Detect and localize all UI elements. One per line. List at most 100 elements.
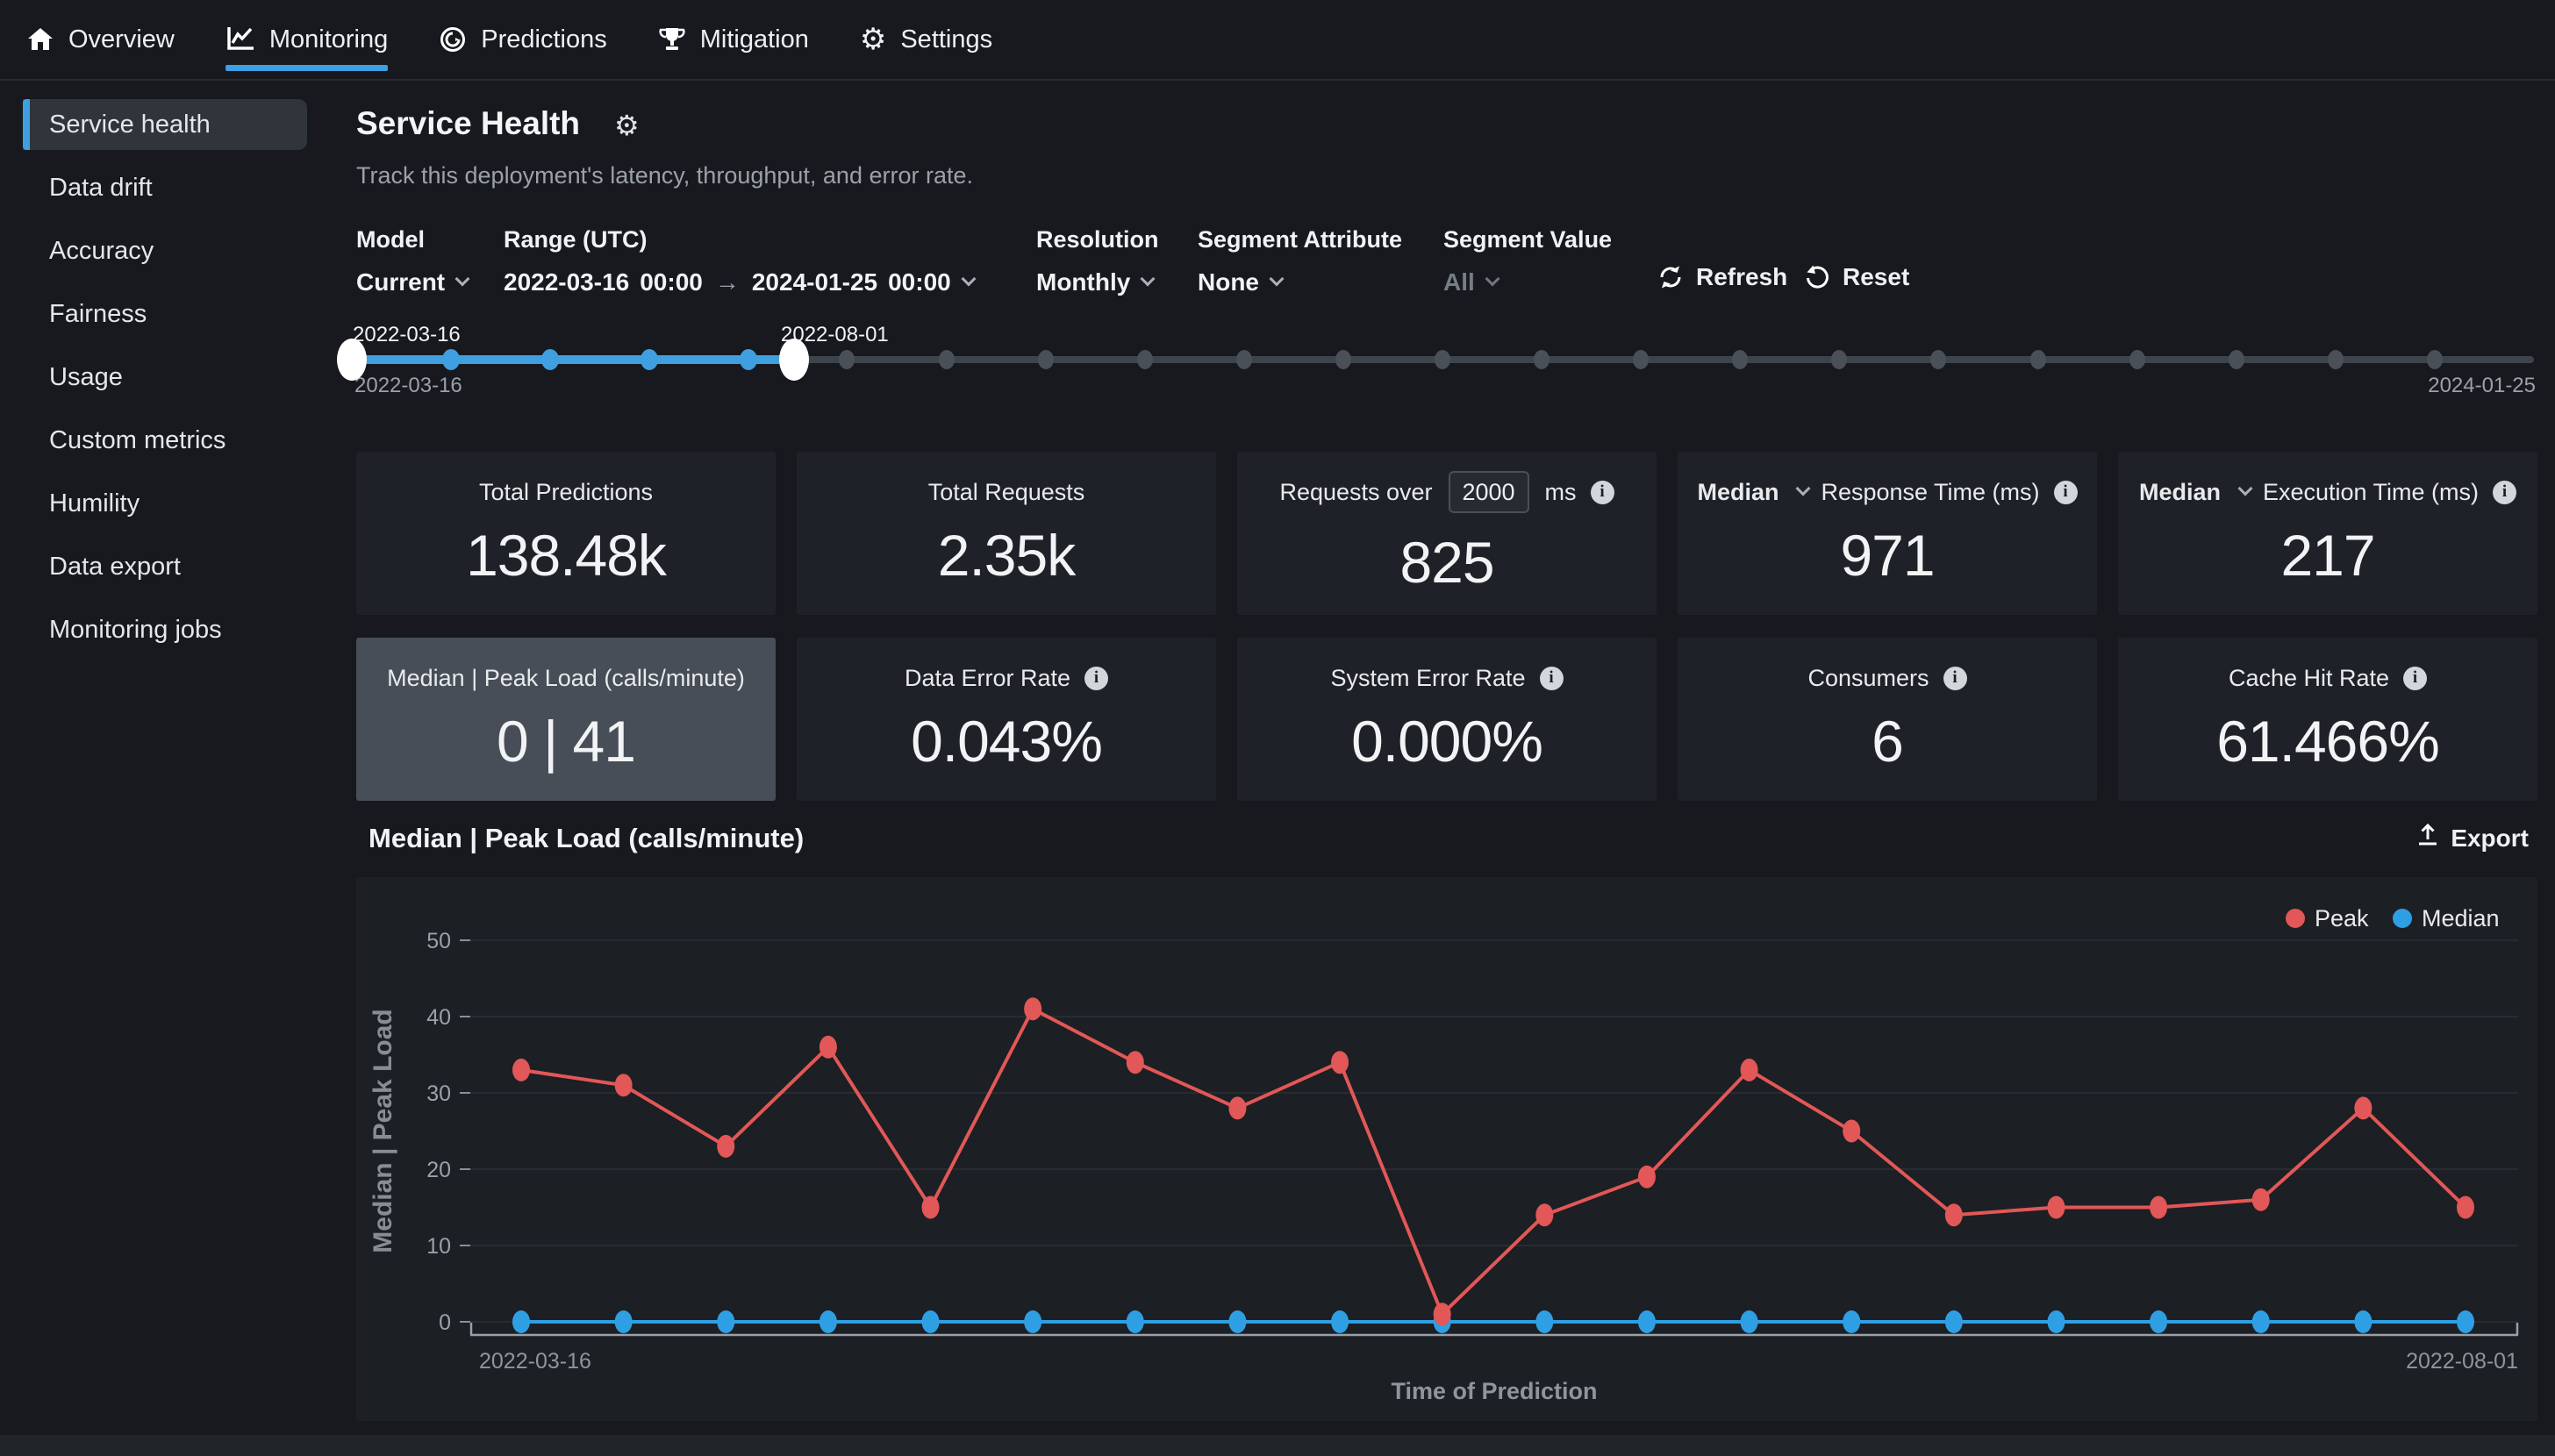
segment-value-select[interactable]: All [1443, 268, 1498, 296]
sidebar-item-usage[interactable]: Usage [0, 346, 342, 409]
nav-item-settings[interactable]: ⚙ Settings [860, 0, 992, 80]
card-metric-dropdown[interactable]: Median [1697, 479, 1778, 506]
card-metric-dropdown[interactable]: Median [2139, 479, 2221, 506]
reset-button[interactable]: Reset [1804, 263, 1909, 291]
ms-threshold-input[interactable] [1449, 471, 1529, 513]
sidebar-item-label: Accuracy [49, 237, 154, 266]
svg-text:40: 40 [426, 1005, 451, 1030]
slider-dot [2129, 350, 2145, 369]
range-select[interactable]: 2022-03-16 00:00 → 2024-01-25 00:00 [504, 268, 974, 296]
arrow-right-icon: → [715, 268, 740, 296]
svg-text:Peak: Peak [2315, 905, 2369, 931]
info-icon[interactable]: i [2054, 481, 2078, 504]
info-icon[interactable]: i [1591, 481, 1614, 504]
svg-text:0: 0 [439, 1310, 451, 1335]
monitoring-chart-icon [225, 25, 255, 54]
refresh-icon [1657, 264, 1684, 290]
slider-dot [2229, 350, 2244, 369]
model-value: Current [356, 268, 445, 296]
card-consumers[interactable]: Consumers i 6 [1678, 638, 2097, 801]
trophy-icon [658, 25, 686, 54]
card-data-error-rate[interactable]: Data Error Rate i 0.043% [797, 638, 1216, 801]
date-range-slider[interactable]: 2022-03-16 2022-08-01 2022-03-16 2024-01… [351, 316, 2536, 412]
card-median-peak-load[interactable]: Median | Peak Load (calls/minute) 0 | 41 [356, 638, 776, 801]
card-label: System Error Rate [1330, 665, 1525, 692]
active-nav-underline [225, 65, 388, 71]
info-icon[interactable]: i [2493, 481, 2516, 504]
info-icon[interactable]: i [1943, 667, 1967, 690]
card-value: 138.48k [466, 522, 666, 589]
resolution-select[interactable]: Monthly [1036, 268, 1153, 296]
sidebar-item-label: Service health [49, 111, 211, 139]
resolution-label: Resolution [1036, 226, 1159, 253]
sidebar-item-accuracy[interactable]: Accuracy [0, 219, 342, 282]
sidebar-item-service-health[interactable]: Service health [23, 99, 307, 150]
nav-item-mitigation[interactable]: Mitigation [658, 0, 809, 80]
svg-text:10: 10 [426, 1234, 451, 1259]
page-subtitle: Track this deployment's latency, through… [356, 162, 973, 189]
chart-title: Median | Peak Load (calls/minute) [369, 823, 804, 854]
card-execution-time[interactable]: Median Execution Time (ms) i 217 [2118, 452, 2537, 615]
reset-label: Reset [1843, 263, 1909, 291]
export-button[interactable]: Export [2415, 823, 2529, 853]
slider-dot [2328, 350, 2344, 369]
card-value: 217 [2280, 522, 2374, 589]
refresh-button[interactable]: Refresh [1657, 263, 1787, 291]
slider-selected-track[interactable] [351, 355, 794, 364]
card-value: 0 | 41 [497, 708, 635, 774]
segment-attribute-select[interactable]: None [1198, 268, 1282, 296]
card-total-predictions[interactable]: Total Predictions 138.48k [356, 452, 776, 615]
range-label: Range (UTC) [504, 226, 648, 253]
card-label: Median | Peak Load (calls/minute) [387, 665, 745, 692]
card-total-requests[interactable]: Total Requests 2.35k [797, 452, 1216, 615]
card-cache-hit-rate[interactable]: Cache Hit Rate i 61.466% [2118, 638, 2537, 801]
home-icon [26, 25, 54, 54]
card-requests-over-ms[interactable]: Requests over ms i 825 [1237, 452, 1657, 615]
card-value: 971 [1840, 522, 1934, 589]
slider-handle-end[interactable] [779, 339, 809, 381]
info-icon[interactable]: i [1540, 667, 1564, 690]
slider-handle-start[interactable] [337, 339, 367, 381]
bottom-strip [0, 1435, 2555, 1456]
card-label: Total Requests [928, 479, 1085, 506]
card-response-time[interactable]: Median Response Time (ms) i 971 [1678, 452, 2097, 615]
slider-dot [641, 349, 658, 370]
slider-dot [1335, 350, 1351, 369]
nav-item-predictions[interactable]: Predictions [439, 0, 606, 80]
chevron-down-icon [455, 272, 470, 287]
card-label: Cache Hit Rate [2229, 665, 2389, 692]
sidebar-item-data-drift[interactable]: Data drift [0, 156, 342, 219]
chevron-down-icon [1485, 272, 1499, 287]
nav-item-monitoring[interactable]: Monitoring [225, 0, 388, 80]
sidebar-item-data-export[interactable]: Data export [0, 535, 342, 598]
nav-item-overview[interactable]: Overview [26, 0, 175, 80]
svg-text:Median | Peak Load: Median | Peak Load [369, 1009, 397, 1253]
sidebar-item-monitoring-jobs[interactable]: Monitoring jobs [0, 598, 342, 661]
svg-text:2022-03-16: 2022-03-16 [479, 1349, 591, 1374]
card-value: 0.000% [1351, 708, 1542, 774]
model-select[interactable]: Current [356, 268, 468, 296]
chevron-down-icon [1796, 482, 1811, 496]
svg-text:Median: Median [2422, 905, 2500, 931]
reset-icon [1804, 264, 1830, 290]
card-label: Total Predictions [479, 479, 653, 506]
card-value: 6 [1872, 708, 1903, 774]
sidebar-item-label: Custom metrics [49, 426, 225, 455]
sidebar-item-custom-metrics[interactable]: Custom metrics [0, 409, 342, 472]
slider-dot [1236, 350, 1252, 369]
card-system-error-rate[interactable]: System Error Rate i 0.000% [1237, 638, 1657, 801]
segment-value-value: All [1443, 268, 1475, 296]
predictions-icon [439, 25, 467, 54]
sidebar-item-humility[interactable]: Humility [0, 472, 342, 535]
load-chart-panel[interactable]: 01020304050Median | Peak Load2022-03-162… [356, 877, 2537, 1421]
top-nav: Overview Monitoring Predictions Mitigati… [0, 0, 2555, 81]
sidebar-item-fairness[interactable]: Fairness [0, 282, 342, 346]
slider-start-sublabel: 2022-03-16 [354, 374, 462, 398]
card-label: Data Error Rate [905, 665, 1070, 692]
svg-text:Time of Prediction: Time of Prediction [1391, 1378, 1597, 1404]
card-label-prefix: Requests over [1279, 479, 1432, 506]
info-icon[interactable]: i [1084, 667, 1108, 690]
page-settings-gear-icon[interactable]: ⚙ [614, 109, 640, 142]
slider-dot [442, 349, 460, 370]
info-icon[interactable]: i [2403, 667, 2427, 690]
